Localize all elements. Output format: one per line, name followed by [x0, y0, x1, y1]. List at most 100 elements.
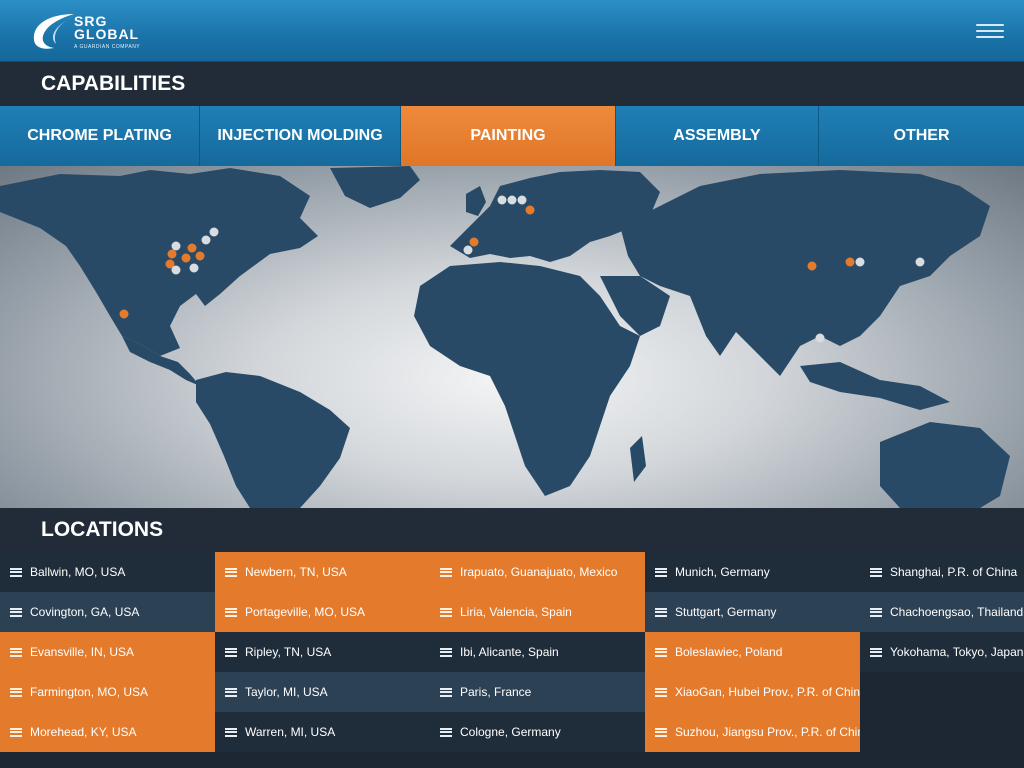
location-item[interactable]: Evansville, IN, USA: [0, 632, 215, 672]
location-item[interactable]: Paris, France: [430, 672, 645, 712]
locations-title: LOCATIONS: [41, 518, 164, 541]
location-item[interactable]: Boleslawiec, Poland: [645, 632, 860, 672]
tab-other[interactable]: OTHER: [819, 106, 1024, 166]
list-lines-icon: [225, 727, 237, 737]
location-label: Irapuato, Guanajuato, Mexico: [460, 565, 618, 579]
list-lines-icon: [10, 687, 22, 697]
location-marker[interactable]: [497, 195, 507, 205]
location-label: Paris, France: [460, 685, 532, 699]
south-america-landmass: [196, 372, 350, 508]
tab-label: CHROME PLATING: [27, 127, 172, 144]
location-item[interactable]: Liria, Valencia, Spain: [430, 592, 645, 632]
location-item[interactable]: Taylor, MI, USA: [215, 672, 430, 712]
app-header: SRG GLOBAL A GUARDIAN COMPANY: [0, 0, 1024, 62]
location-marker[interactable]: [171, 241, 181, 251]
location-label: Morehead, KY, USA: [30, 725, 137, 739]
location-item[interactable]: Newbern, TN, USA: [215, 552, 430, 592]
tab-label: INJECTION MOLDING: [217, 127, 383, 144]
location-marker[interactable]: [845, 257, 855, 267]
location-marker[interactable]: [469, 237, 479, 247]
australia-landmass: [880, 422, 1010, 508]
location-marker[interactable]: [171, 265, 181, 275]
location-label: Newbern, TN, USA: [245, 565, 347, 579]
location-label: Liria, Valencia, Spain: [460, 605, 572, 619]
location-item[interactable]: Morehead, KY, USA: [0, 712, 215, 752]
list-lines-icon: [440, 607, 452, 617]
location-item[interactable]: Ibi, Alicante, Spain: [430, 632, 645, 672]
list-lines-icon: [10, 607, 22, 617]
list-lines-icon: [440, 567, 452, 577]
location-marker[interactable]: [187, 243, 197, 253]
tab-injection-molding[interactable]: INJECTION MOLDING: [200, 106, 401, 166]
location-marker[interactable]: [181, 253, 191, 263]
list-lines-icon: [655, 607, 667, 617]
location-item[interactable]: Chachoengsao, Thailand: [860, 592, 1024, 632]
tab-chrome-plating[interactable]: CHROME PLATING: [0, 106, 200, 166]
location-item[interactable]: Portageville, MO, USA: [215, 592, 430, 632]
location-marker[interactable]: [209, 227, 219, 237]
empty-cell: [860, 672, 1024, 712]
location-label: Taylor, MI, USA: [245, 685, 328, 699]
uk-landmass: [466, 186, 486, 216]
location-label: Evansville, IN, USA: [30, 645, 135, 659]
asia-landmass: [620, 170, 990, 376]
location-marker[interactable]: [119, 309, 129, 319]
location-label: Stuttgart, Germany: [675, 605, 777, 619]
list-lines-icon: [870, 647, 882, 657]
location-item[interactable]: Farmington, MO, USA: [0, 672, 215, 712]
location-label: Munich, Germany: [675, 565, 770, 579]
location-marker[interactable]: [915, 257, 925, 267]
list-lines-icon: [870, 567, 882, 577]
location-item[interactable]: Cologne, Germany: [430, 712, 645, 752]
list-lines-icon: [10, 647, 22, 657]
tab-label: OTHER: [893, 127, 950, 144]
location-marker[interactable]: [855, 257, 865, 267]
location-item[interactable]: Yokohama, Tokyo, Japan: [860, 632, 1024, 672]
location-item[interactable]: XiaoGan, Hubei Prov., P.R. of China: [645, 672, 860, 712]
location-item[interactable]: Ripley, TN, USA: [215, 632, 430, 672]
location-item[interactable]: Suzhou, Jiangsu Prov., P.R. of China: [645, 712, 860, 752]
location-item[interactable]: Shanghai, P.R. of China: [860, 552, 1024, 592]
location-label: Suzhou, Jiangsu Prov., P.R. of China: [675, 725, 860, 739]
location-marker[interactable]: [201, 235, 211, 245]
location-marker[interactable]: [807, 261, 817, 271]
list-lines-icon: [225, 647, 237, 657]
tab-painting[interactable]: PAINTING: [401, 106, 616, 166]
locations-grid: Ballwin, MO, USA Newbern, TN, USA Irapuato…: [0, 552, 1024, 768]
location-label: Ballwin, MO, USA: [30, 565, 126, 579]
madagascar-landmass: [630, 436, 646, 482]
list-lines-icon: [655, 647, 667, 657]
location-item[interactable]: Ballwin, MO, USA: [0, 552, 215, 592]
location-marker[interactable]: [507, 195, 517, 205]
north-america-landmass: [0, 168, 318, 356]
location-label: Shanghai, P.R. of China: [890, 565, 1018, 579]
logo-swoosh-icon: [33, 14, 76, 49]
location-item[interactable]: Stuttgart, Germany: [645, 592, 860, 632]
location-marker[interactable]: [167, 249, 177, 259]
list-lines-icon: [225, 567, 237, 577]
list-lines-icon: [655, 567, 667, 577]
capabilities-header: CAPABILITIES: [0, 62, 1024, 106]
greenland-landmass: [330, 166, 420, 208]
location-marker[interactable]: [517, 195, 527, 205]
location-label: Yokohama, Tokyo, Japan: [890, 645, 1024, 659]
location-label: Covington, GA, USA: [30, 605, 140, 619]
tab-assembly[interactable]: ASSEMBLY: [616, 106, 819, 166]
location-marker[interactable]: [815, 333, 825, 343]
location-label: Portageville, MO, USA: [245, 605, 366, 619]
location-marker[interactable]: [189, 263, 199, 273]
location-item[interactable]: Irapuato, Guanajuato, Mexico: [430, 552, 645, 592]
location-item[interactable]: Warren, MI, USA: [215, 712, 430, 752]
location-label: Boleslawiec, Poland: [675, 645, 783, 659]
logo-tagline: A GUARDIAN COMPANY: [74, 44, 141, 50]
list-lines-icon: [10, 567, 22, 577]
location-marker[interactable]: [525, 205, 535, 215]
location-item[interactable]: Munich, Germany: [645, 552, 860, 592]
list-lines-icon: [440, 727, 452, 737]
location-marker[interactable]: [463, 245, 473, 255]
list-lines-icon: [225, 607, 237, 617]
location-item[interactable]: Covington, GA, USA: [0, 592, 215, 632]
list-lines-icon: [655, 687, 667, 697]
hamburger-menu-icon[interactable]: [976, 24, 1004, 40]
location-marker[interactable]: [195, 251, 205, 261]
